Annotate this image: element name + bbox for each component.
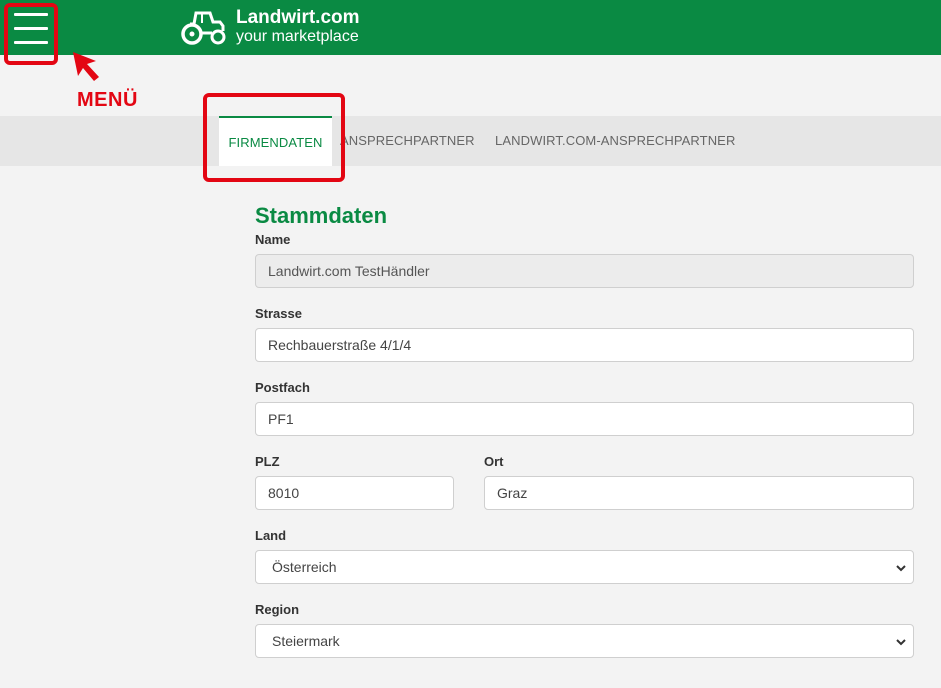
arrow-pointer-icon [73, 52, 99, 81]
land-select[interactable]: Österreich [255, 550, 914, 584]
tab-bar: FIRMENDATEN ANSPRECHPARTNER LANDWIRT.COM… [0, 116, 941, 166]
section-title: Stammdaten [255, 203, 388, 228]
ort-label: Ort [484, 454, 504, 469]
top-bar: Landwirt.com your marketplace [0, 0, 941, 55]
land-select-value: Österreich [272, 559, 337, 575]
land-label: Land [255, 528, 287, 543]
tab-ansprechpartner[interactable]: ANSPRECHPARTNER [340, 133, 475, 148]
chevron-down-icon [896, 565, 906, 572]
plz-label: PLZ [255, 454, 280, 469]
name-label: Name [255, 232, 291, 247]
brand-logo[interactable]: Landwirt.com your marketplace [180, 7, 360, 45]
menu-annotation-label: MENÜ [77, 89, 138, 111]
chevron-down-icon [896, 639, 906, 646]
menu-button[interactable] [4, 3, 58, 65]
hamburger-icon [14, 13, 48, 16]
region-select-value: Steiermark [272, 633, 340, 649]
name-field[interactable]: Landwirt.com TestHändler [255, 254, 914, 288]
tab-highlight-annotation [203, 93, 345, 182]
postfach-label: Postfach [255, 380, 310, 395]
brand-tagline: your marketplace [236, 27, 359, 45]
brand-name: Landwirt.com [236, 6, 360, 28]
region-select[interactable]: Steiermark [255, 624, 914, 658]
ort-field[interactable]: Graz [484, 476, 914, 510]
strasse-label: Strasse [255, 306, 302, 321]
postfach-field[interactable]: PF1 [255, 402, 914, 436]
region-label: Region [255, 602, 300, 617]
plz-field[interactable]: 8010 [255, 476, 454, 510]
tab-landwirt-ansprechpartner[interactable]: LANDWIRT.COM-ANSPRECHPARTNER [495, 133, 735, 148]
tractor-icon [181, 11, 226, 45]
strasse-field[interactable]: Rechbauerstraße 4/1/4 [255, 328, 914, 362]
